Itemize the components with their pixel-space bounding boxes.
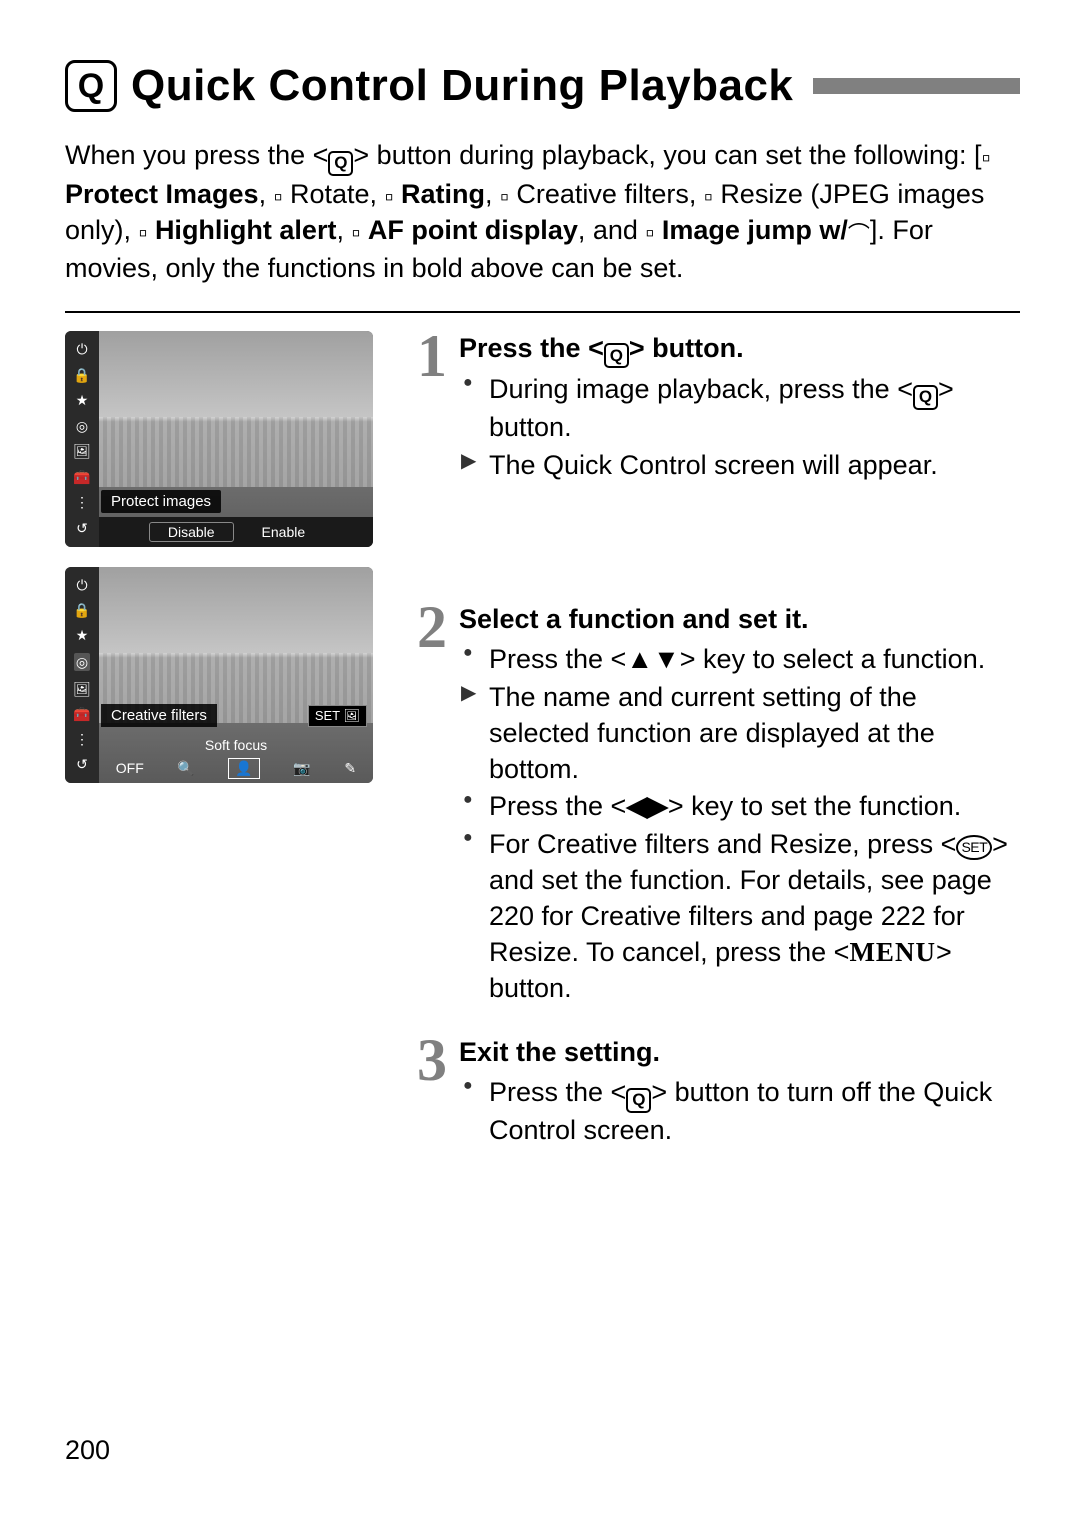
camera-set-label: SET 🖼 [308,705,367,727]
step-bullet: Press the <▲▼> key to select a function. [459,642,1020,678]
opt-protect: Protect Images [65,179,259,209]
side-icon: 🖼 [73,682,91,696]
q-icon: Q [913,385,938,410]
camera-bottom-bar: Disable Enable [99,517,373,547]
step-2: 2 Select a function and set it. Press th… [405,602,1020,1009]
step-result: The Quick Control screen will appear. [459,448,1020,484]
camera-option: ✎ [344,760,356,777]
playback-icon: ▫ [500,186,509,209]
content-columns: ⏻ 🔒 ★ ◎ 🖼 🧰 ⋮ ↺ Protect images Disable E… [65,331,1020,1177]
camera-screen-creative: ⏻ 🔒 ★ ◎ 🖼 🧰 ⋮ ↺ Creative filters SET 🖼 S… [65,567,373,783]
playback-icon: ▫ [351,222,360,245]
playback-icon: ▫ [385,186,394,209]
screenshots-column: ⏻ 🔒 ★ ◎ 🖼 🧰 ⋮ ↺ Protect images Disable E… [65,331,375,1177]
camera-sidebar: ⏻ 🔒 ★ ◎ 🖼 🧰 ⋮ ↺ [65,567,99,783]
step-title: Press the <Q> button. [459,331,1020,369]
camera-option: Enable [244,523,324,541]
intro-text: > button during playback, you can set th… [353,140,981,170]
opt-highlight: Highlight alert [155,215,337,245]
playback-icon: ▫ [274,186,283,209]
side-icon: 🧰 [73,707,90,721]
menu-icon: MENU [849,937,936,967]
camera-screen-protect: ⏻ 🔒 ★ ◎ 🖼 🧰 ⋮ ↺ Protect images Disable E… [65,331,373,547]
heading-text: Quick Control During Playback [131,61,793,111]
step-title: Exit the setting. [459,1035,1020,1071]
q-icon: Q [604,343,629,368]
camera-function-label: Creative filters [101,704,217,727]
camera-sidebar: ⏻ 🔒 ★ ◎ 🖼 🧰 ⋮ ↺ [65,331,99,547]
playback-icon: ▫ [704,186,713,209]
side-icon: ★ [76,628,89,642]
step-bullet: For Creative filters and Resize, press <… [459,827,1020,1007]
opt-imagejump: Image jump w/ [662,215,848,245]
playback-icon: ▫ [645,222,654,245]
camera-sub-label: Soft focus [99,737,373,753]
step-number: 3 [405,1035,447,1151]
page-number: 200 [65,1435,110,1466]
separator [65,311,1020,313]
intro-paragraph: When you press the <Q> button during pla… [65,137,1020,287]
step-bullet: Press the <◀▶> key to set the function. [459,789,1020,825]
q-icon: Q [626,1088,651,1113]
step-3: 3 Exit the setting. Press the <Q> button… [405,1035,1020,1151]
opt-rating: Rating [401,179,485,209]
step-1: 1 Press the <Q> button. During image pla… [405,331,1020,486]
main-dial-icon: ⌒ [848,220,870,250]
step-number: 1 [405,331,447,486]
side-icon: ⋮ [75,732,89,746]
playback-icon: ▫ [139,222,148,245]
camera-option: 🔍 [177,760,194,777]
q-icon: Q [65,60,117,112]
side-icon: 🧰 [73,470,90,484]
step-bullet: During image playback, press the <Q> but… [459,372,1020,446]
side-icon: ★ [76,393,89,407]
step-result: The name and current setting of the sele… [459,680,1020,788]
camera-image [99,331,373,547]
step-number: 2 [405,602,447,1009]
side-icon: ↺ [76,757,88,771]
side-icon: ↺ [76,521,88,535]
side-icon: ◎ [74,653,90,671]
camera-options-row: OFF 🔍 👤 📷 ✎ [99,758,373,779]
step-bullet: Press the <Q> button to turn off the Qui… [459,1075,1020,1149]
step-title: Select a function and set it. [459,602,1020,638]
side-icon: ⏻ [76,342,87,356]
left-right-icon: ◀▶ [626,791,668,821]
camera-function-label: Protect images [101,490,221,513]
side-icon: 🔒 [73,603,90,617]
intro-text: When you press the < [65,140,328,170]
side-icon: ⏻ [76,578,87,592]
camera-option: Disable [149,522,234,542]
q-icon: Q [328,151,353,176]
opt-afpoint: AF point display [368,215,578,245]
camera-option: OFF [116,760,144,776]
heading-bar [813,78,1020,94]
steps-column: 1 Press the <Q> button. During image pla… [405,331,1020,1177]
side-icon: 🖼 [73,444,91,458]
playback-icon: ▫ [982,147,991,170]
up-down-icon: ▲▼ [626,644,679,674]
camera-option: 📷 [293,760,310,777]
page-heading: Q Quick Control During Playback [65,60,1020,112]
opt-creative: Creative filters [516,179,689,209]
side-icon: ⋮ [75,495,89,509]
camera-option-selected: 👤 [228,758,259,779]
side-icon: ◎ [76,419,88,433]
side-icon: 🔒 [73,368,90,382]
set-icon: SET [956,835,992,860]
opt-rotate: Rotate [290,179,370,209]
manual-page: Q Quick Control During Playback When you… [0,0,1080,1521]
